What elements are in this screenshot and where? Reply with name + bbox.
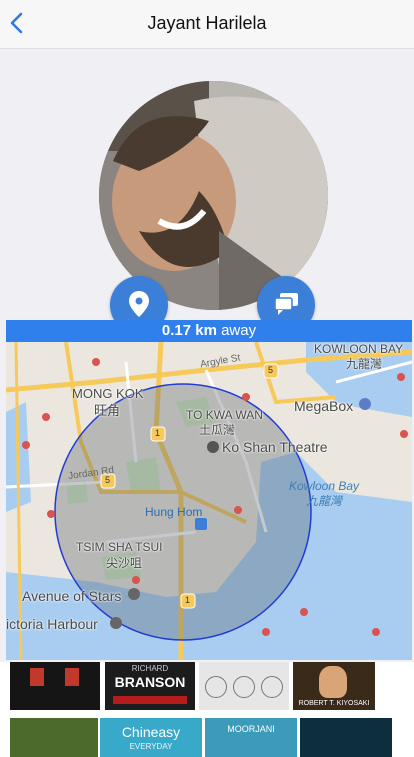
book-thumb-3[interactable] <box>10 718 98 757</box>
distance-suffix: away <box>216 322 257 339</box>
book-thumb-kiyosaki[interactable]: ROBERT T. KIYOSAKI <box>293 662 375 710</box>
distance-value: 0.17 km <box>161 322 217 339</box>
map-label-hung-hom: Hung Hom <box>145 505 203 519</box>
page-title: Jayant Harilela <box>147 13 267 33</box>
route-shield-5-north: 5 <box>268 365 274 375</box>
map-label-ko-shan-theatre: Ko Shan Theatre <box>222 439 328 455</box>
book-thumb-1[interactable] <box>10 662 100 710</box>
book-chineasy-sub: EVERYDAY <box>129 742 173 751</box>
chat-bubbles-icon <box>274 293 298 315</box>
distance-banner: 0.17 km away <box>6 320 412 342</box>
map-canvas <box>6 342 412 660</box>
map-label-kowloon-bay-water: Kowloon Bay <box>289 479 360 493</box>
book-thumb-moorjani[interactable]: MOORJANI <box>205 718 297 757</box>
location-pin-icon <box>129 291 149 317</box>
book-chineasy-title: Chineasy <box>121 724 181 740</box>
book-moorjani-author: MOORJANI <box>227 724 275 734</box>
book-thumb-chineasy[interactable]: Chineasy EVERYDAY <box>100 718 202 757</box>
map-label-tsim-sha-tsui-zh: 尖沙咀 <box>106 556 143 570</box>
map-view[interactable]: MONG KOK 旺角 TO KWA WAN 土瓜灣 Ko Shan Theat… <box>6 342 412 660</box>
route-shield-5: 5 <box>105 475 111 485</box>
navigation-bar: Jayant Harilela <box>0 0 414 49</box>
map-label-kowloon-bay-zh: 九龍灣 <box>346 357 383 371</box>
map-label-kowloon-bay: KOWLOON BAY <box>314 342 404 356</box>
book-thumb-branson[interactable]: RICHARD BRANSON <box>105 662 195 710</box>
book-branson-line1: RICHARD <box>131 664 169 673</box>
map-label-victoria-harbour: ictoria Harbour <box>6 616 98 632</box>
book-thumb-4[interactable] <box>300 718 392 757</box>
book-thumb-clocks[interactable] <box>199 662 289 710</box>
map-label-to-kwa-wan-zh: 土瓜灣 <box>199 423 236 437</box>
map-label-to-kwa-wan: TO KWA WAN <box>186 408 263 422</box>
book-branson-line2: BRANSON <box>114 674 186 690</box>
book-kiyosaki-author: ROBERT T. KIYOSAKI <box>298 700 370 707</box>
map-label-avenue-of-stars: Avenue of Stars <box>22 588 122 604</box>
map-label-mong-kok: MONG KOK <box>72 386 144 401</box>
map-label-mong-kok-zh: 旺角 <box>94 403 121 418</box>
book-thumbnails: RICHARD BRANSON ROBERT T. KIYOSAKI Chine… <box>0 662 414 757</box>
map-label-kowloon-bay-water-zh: 九龍灣 <box>306 494 343 508</box>
route-shield-1-south: 1 <box>185 595 191 605</box>
map-label-megabox: MegaBox <box>294 398 354 414</box>
map-label-tsim-sha-tsui: TSIM SHA TSUI <box>76 540 163 554</box>
route-shield-1: 1 <box>155 428 161 438</box>
